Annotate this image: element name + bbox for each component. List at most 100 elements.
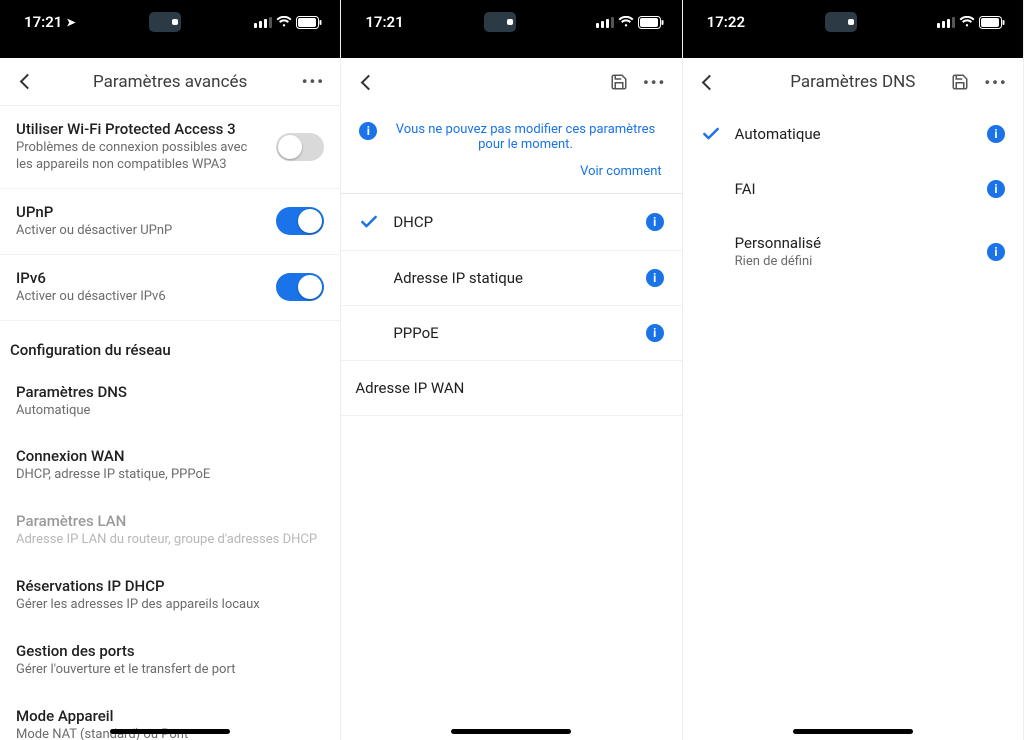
upnp-toggle[interactable] — [276, 207, 324, 235]
battery-icon — [979, 16, 1005, 29]
lan-subtitle: Adresse IP LAN du routeur, groupe d'adre… — [16, 532, 324, 549]
info-button[interactable]: i — [987, 125, 1005, 143]
status-bar: 17:21 — [341, 0, 681, 44]
option-isp[interactable]: FAI i — [683, 162, 1023, 216]
wpa3-toggle[interactable] — [276, 133, 324, 161]
option-dhcp[interactable]: DHCP i — [341, 194, 681, 251]
wan-subtitle: DHCP, adresse IP statique, PPPoE — [16, 467, 324, 484]
status-time: 17:21 — [365, 13, 403, 31]
more-icon: ••• — [984, 73, 1007, 92]
info-button[interactable]: i — [646, 213, 664, 231]
wpa3-subtitle: Problèmes de connexion possibles avec le… — [16, 140, 264, 174]
dns-title: Paramètres DNS — [16, 383, 324, 401]
option-custom[interactable]: Personnalisé Rien de défini i — [683, 216, 1023, 289]
wifi-icon — [276, 16, 292, 28]
banner-text: Vous ne pouvez pas modifier ces paramètr… — [387, 122, 663, 152]
wifi-icon — [959, 16, 975, 28]
info-banner: i Vous ne pouvez pas modifier ces paramè… — [341, 106, 681, 158]
status-time: 17:21 — [24, 13, 62, 31]
screen-advanced-settings: 17:21 ➤ Paramètres avancés ••• Utiliser … — [0, 0, 341, 740]
more-icon: ••• — [643, 73, 666, 92]
row-lan: Paramètres LAN Adresse IP LAN du routeur… — [0, 498, 340, 563]
status-bar: 17:21 ➤ — [0, 0, 340, 44]
row-upnp[interactable]: UPnP Activer ou désactiver UPnP — [0, 189, 340, 255]
save-icon — [610, 73, 628, 91]
option-label: PPPoE — [393, 324, 631, 342]
ipv6-toggle[interactable] — [276, 273, 324, 301]
nav-header: Paramètres avancés ••• — [0, 58, 340, 106]
pip-indicator — [825, 12, 857, 32]
info-button[interactable]: i — [646, 269, 664, 287]
row-ports[interactable]: Gestion des ports Gérer l'ouverture et l… — [0, 628, 340, 693]
save-button[interactable] — [943, 65, 977, 99]
info-button[interactable]: i — [646, 324, 664, 342]
content-area: i Vous ne pouvez pas modifier ces paramè… — [341, 106, 681, 740]
option-label: Automatique — [735, 125, 973, 143]
more-button[interactable]: ••• — [638, 65, 672, 99]
back-button[interactable] — [693, 65, 727, 99]
screen-dns-settings: 17:22 Paramètres DNS ••• Automatique i — [683, 0, 1024, 740]
more-button[interactable]: ••• — [979, 65, 1013, 99]
ports-subtitle: Gérer l'ouverture et le transfert de por… — [16, 662, 324, 679]
save-icon — [951, 73, 969, 91]
location-icon: ➤ — [66, 16, 75, 29]
pip-indicator — [484, 12, 516, 32]
cell-signal-icon — [254, 17, 272, 28]
upnp-subtitle: Activer ou désactiver UPnP — [16, 223, 264, 240]
info-icon: i — [359, 122, 377, 140]
chevron-left-icon — [19, 74, 35, 90]
back-button[interactable] — [351, 65, 385, 99]
lan-title: Paramètres LAN — [16, 512, 324, 530]
row-ipv6[interactable]: IPv6 Activer ou désactiver IPv6 — [0, 255, 340, 321]
chevron-left-icon — [702, 74, 718, 90]
check-icon — [359, 212, 379, 232]
save-button[interactable] — [602, 65, 636, 99]
cell-signal-icon — [937, 17, 955, 28]
ipv6-title: IPv6 — [16, 269, 264, 287]
home-indicator[interactable] — [110, 729, 230, 734]
row-wpa3[interactable]: Utiliser Wi-Fi Protected Access 3 Problè… — [0, 106, 340, 189]
content-area: Automatique i FAI i Personnalisé Rien de… — [683, 106, 1023, 740]
ipv6-subtitle: Activer ou désactiver IPv6 — [16, 289, 264, 306]
wan-title: Connexion WAN — [16, 447, 324, 465]
wan-ip-row[interactable]: Adresse IP WAN — [341, 361, 681, 416]
home-indicator[interactable] — [451, 729, 571, 734]
nav-header: ••• — [341, 58, 681, 106]
info-button[interactable]: i — [987, 243, 1005, 261]
back-button[interactable] — [10, 65, 44, 99]
pip-indicator — [149, 12, 181, 32]
screen-wan-connection: 17:21 ••• i Vous ne pouvez pas modifier … — [341, 0, 682, 740]
status-bar: 17:22 — [683, 0, 1023, 44]
option-static-ip[interactable]: Adresse IP statique i — [341, 251, 681, 306]
row-wan[interactable]: Connexion WAN DHCP, adresse IP statique,… — [0, 433, 340, 498]
dhcp-res-subtitle: Gérer les adresses IP des appareils loca… — [16, 597, 324, 614]
nav-header: Paramètres DNS ••• — [683, 58, 1023, 106]
option-label: FAI — [735, 180, 973, 198]
option-auto[interactable]: Automatique i — [683, 106, 1023, 162]
banner-link[interactable]: Voir comment — [341, 158, 681, 193]
check-icon — [701, 124, 721, 144]
more-icon: ••• — [302, 72, 325, 91]
dns-subtitle: Automatique — [16, 403, 324, 420]
more-button[interactable]: ••• — [296, 65, 330, 99]
chevron-left-icon — [361, 74, 377, 90]
wifi-icon — [618, 16, 634, 28]
battery-icon — [296, 16, 322, 29]
option-label: Adresse IP statique — [393, 269, 631, 287]
option-sublabel: Rien de défini — [735, 254, 973, 271]
cell-signal-icon — [596, 17, 614, 28]
content-area: Utiliser Wi-Fi Protected Access 3 Problè… — [0, 106, 340, 740]
section-network-config: Configuration du réseau — [0, 321, 340, 369]
row-dns[interactable]: Paramètres DNS Automatique — [0, 369, 340, 434]
page-title: Paramètres avancés — [0, 72, 340, 92]
upnp-title: UPnP — [16, 203, 264, 221]
option-label: Personnalisé — [735, 234, 973, 252]
option-pppoe[interactable]: PPPoE i — [341, 306, 681, 361]
status-time: 17:22 — [707, 13, 745, 31]
row-dhcp-res[interactable]: Réservations IP DHCP Gérer les adresses … — [0, 563, 340, 628]
wpa3-title: Utiliser Wi-Fi Protected Access 3 — [16, 120, 264, 138]
home-indicator[interactable] — [793, 729, 913, 734]
info-button[interactable]: i — [987, 180, 1005, 198]
battery-icon — [638, 16, 664, 29]
dhcp-res-title: Réservations IP DHCP — [16, 577, 324, 595]
